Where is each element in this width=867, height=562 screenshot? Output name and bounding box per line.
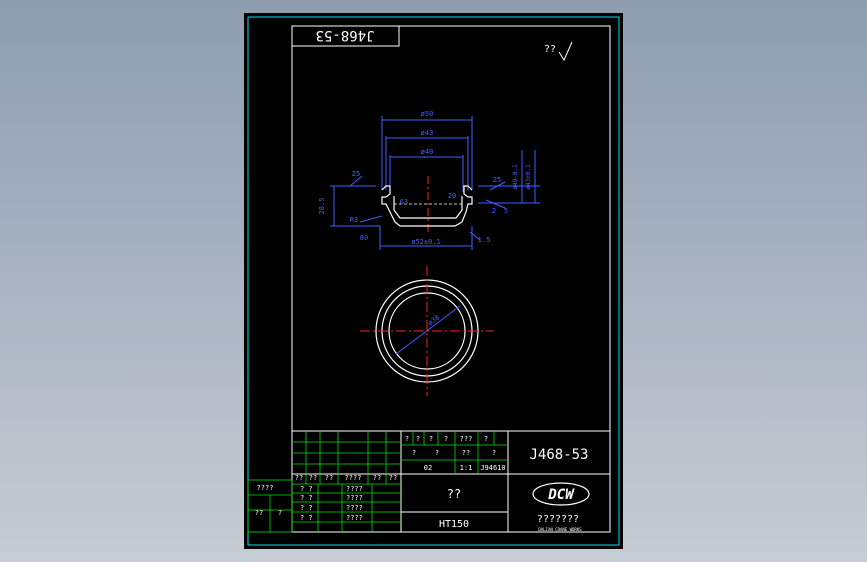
mid-row3-weight: 02	[424, 464, 432, 472]
mid-row1-cell-5: ???	[460, 435, 473, 443]
dim-mid-diameter: ø43	[421, 129, 434, 137]
mid-row1-cell-1: ?	[405, 435, 409, 443]
dim-right-roughness: 25	[493, 176, 501, 184]
sig-row-4-name: ????	[346, 514, 363, 522]
sig-row-2-name: ????	[346, 494, 363, 502]
top-tab-code: J468-53	[315, 27, 374, 43]
mid-row1-cell-3: ?	[429, 435, 433, 443]
sig-row-1-name: ????	[346, 485, 363, 493]
company-name: ???????	[537, 514, 579, 525]
dim-annotation-r3: R3	[350, 216, 358, 224]
logo-text: DCW	[547, 487, 575, 503]
dim-bottom-radius: 1.5	[478, 236, 491, 244]
dim-left-roughness: 25	[352, 170, 360, 178]
sig-row-1-role: ? ?	[300, 485, 313, 493]
cad-drawing-canvas: J468-53 ?? ø50 ø43 ø40 28.5 25 25 5 2 ø5…	[244, 13, 623, 549]
header-col-3: ??	[325, 474, 333, 482]
part-code: J468-53	[529, 447, 588, 463]
sig-row-3-role: ? ?	[300, 504, 313, 512]
sig-row-2-role: ? ?	[300, 494, 313, 502]
mid-row2-cell-3: ??	[462, 449, 470, 457]
dim-annotation-20: 20	[448, 192, 456, 200]
sig-row-4-role: ? ?	[300, 514, 313, 522]
logo-subtitle: DALIAN CRANE WORKS	[538, 527, 582, 532]
dim-right-value-2: 2	[492, 207, 496, 215]
material: HT150	[439, 519, 469, 530]
side-label-3: ?	[278, 509, 282, 517]
dim-left-height: 28.5	[318, 198, 326, 215]
sig-row-3-name: ????	[346, 504, 363, 512]
roughness-note: ??	[544, 44, 556, 55]
mid-row1-cell-6: ?	[484, 435, 488, 443]
dim-right-value-1: 5	[504, 207, 508, 215]
mid-row1-cell-4: ?	[444, 435, 448, 443]
mid-row1-cell-2: ?	[416, 435, 420, 443]
mid-row2-cell-4: ?	[492, 449, 496, 457]
side-label-1: ????	[257, 484, 274, 492]
dim-bottom-diameter: ø52±0.1	[411, 238, 441, 246]
header-col-4: ????	[345, 474, 362, 482]
side-label-2: ??	[255, 509, 263, 517]
mid-row2-cell-2: ?	[435, 449, 439, 457]
header-col-5: ??	[373, 474, 381, 482]
dim-annotation-63: 63	[400, 198, 408, 206]
dim-top-diameter: ø50	[421, 110, 434, 118]
header-col-1: ??	[295, 474, 303, 482]
dim-right-text-2: ø43±0.1	[525, 164, 532, 190]
mid-row2-cell-1: ?	[412, 449, 416, 457]
mid-row3-scale: 1:1	[460, 464, 473, 472]
dim-annotation-80: 80	[360, 234, 368, 242]
dim-inner-diameter: ø40	[421, 148, 434, 156]
dim-right-text-1: ø49-0.1	[512, 164, 519, 190]
mid-row3-drawing-no: J94610	[480, 464, 505, 472]
header-col-2: ??	[309, 474, 317, 482]
header-col-6: ??	[389, 474, 397, 482]
part-name: ??	[447, 487, 461, 501]
